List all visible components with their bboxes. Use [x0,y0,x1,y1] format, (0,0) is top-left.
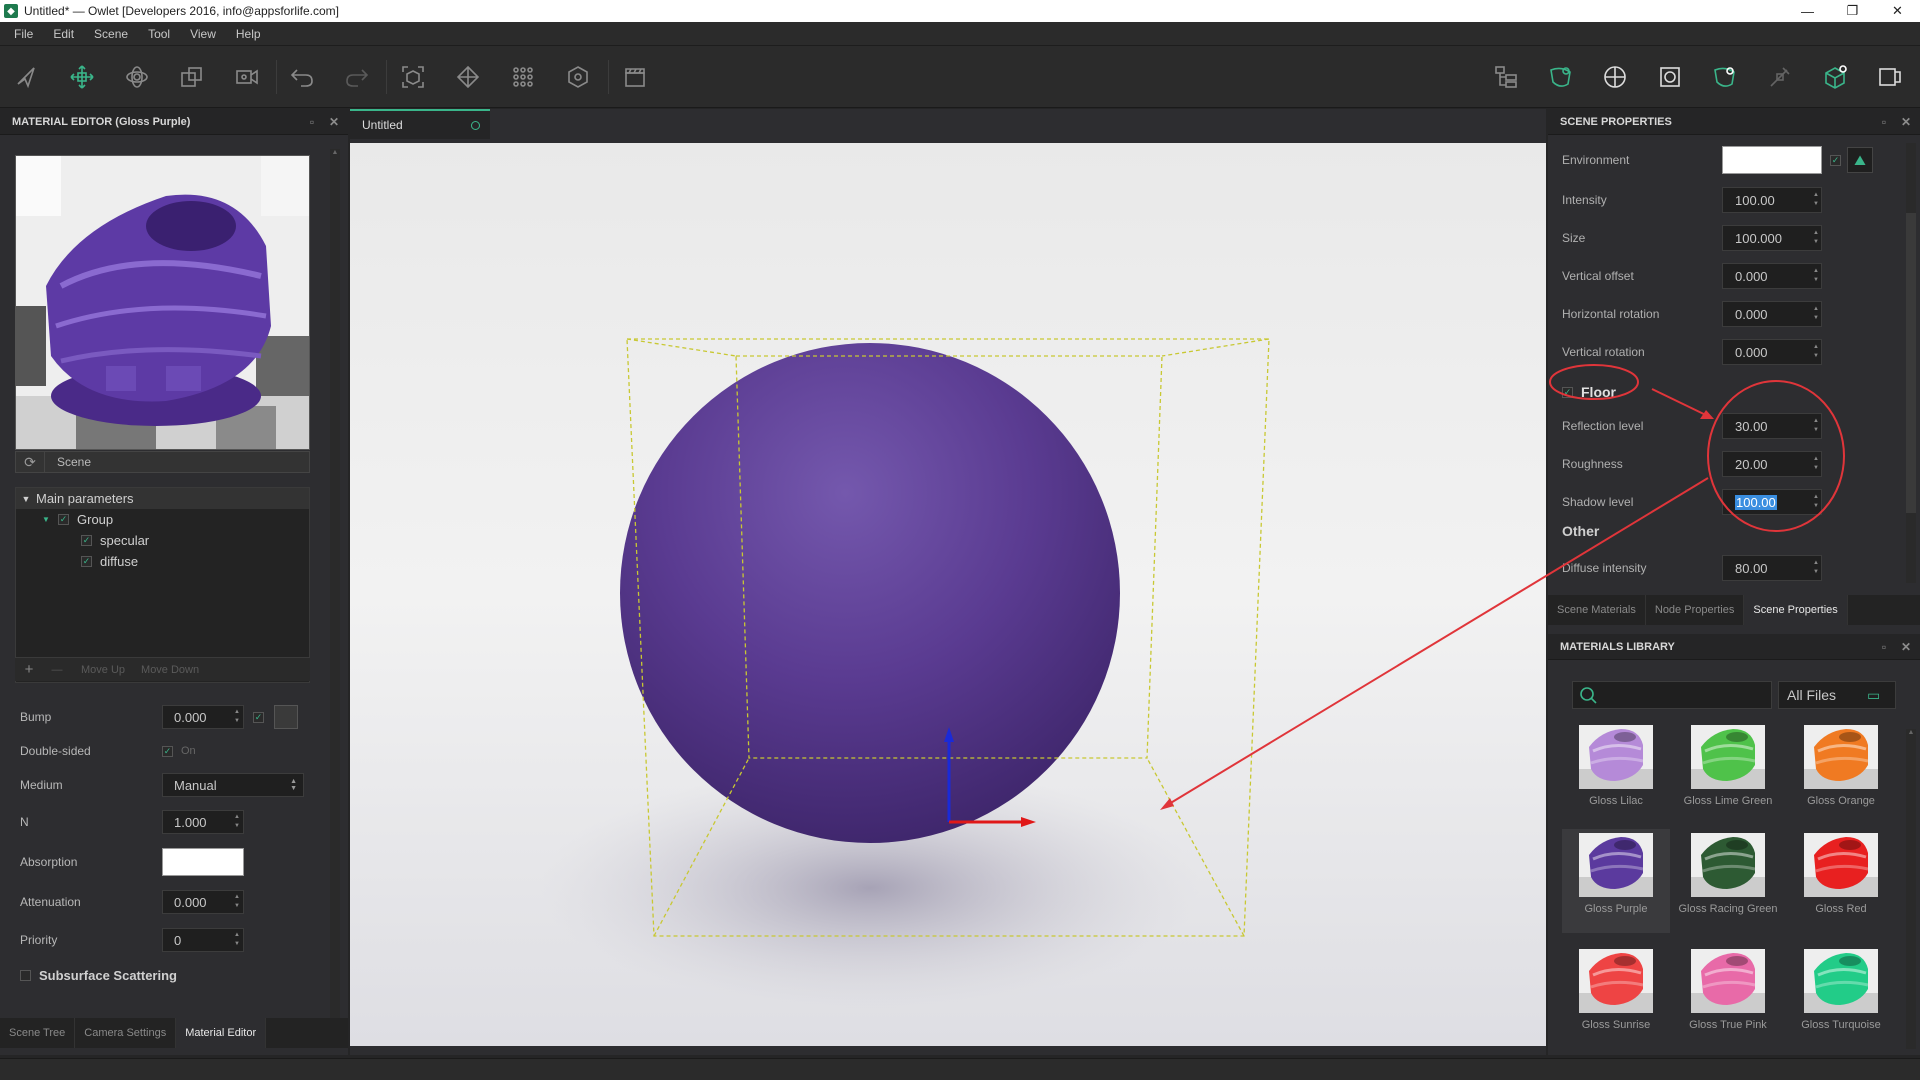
arrow-head-icon [1700,410,1714,419]
annotation-arrow [1651,388,1713,419]
floor-values-annotation-circle [1707,380,1845,532]
status-bar [0,1058,1920,1080]
annotation-overlay [1160,364,1845,810]
annotation-arrow [1163,477,1709,808]
floor-annotation-circle [1549,364,1639,400]
arrow-head-icon [1160,798,1174,810]
